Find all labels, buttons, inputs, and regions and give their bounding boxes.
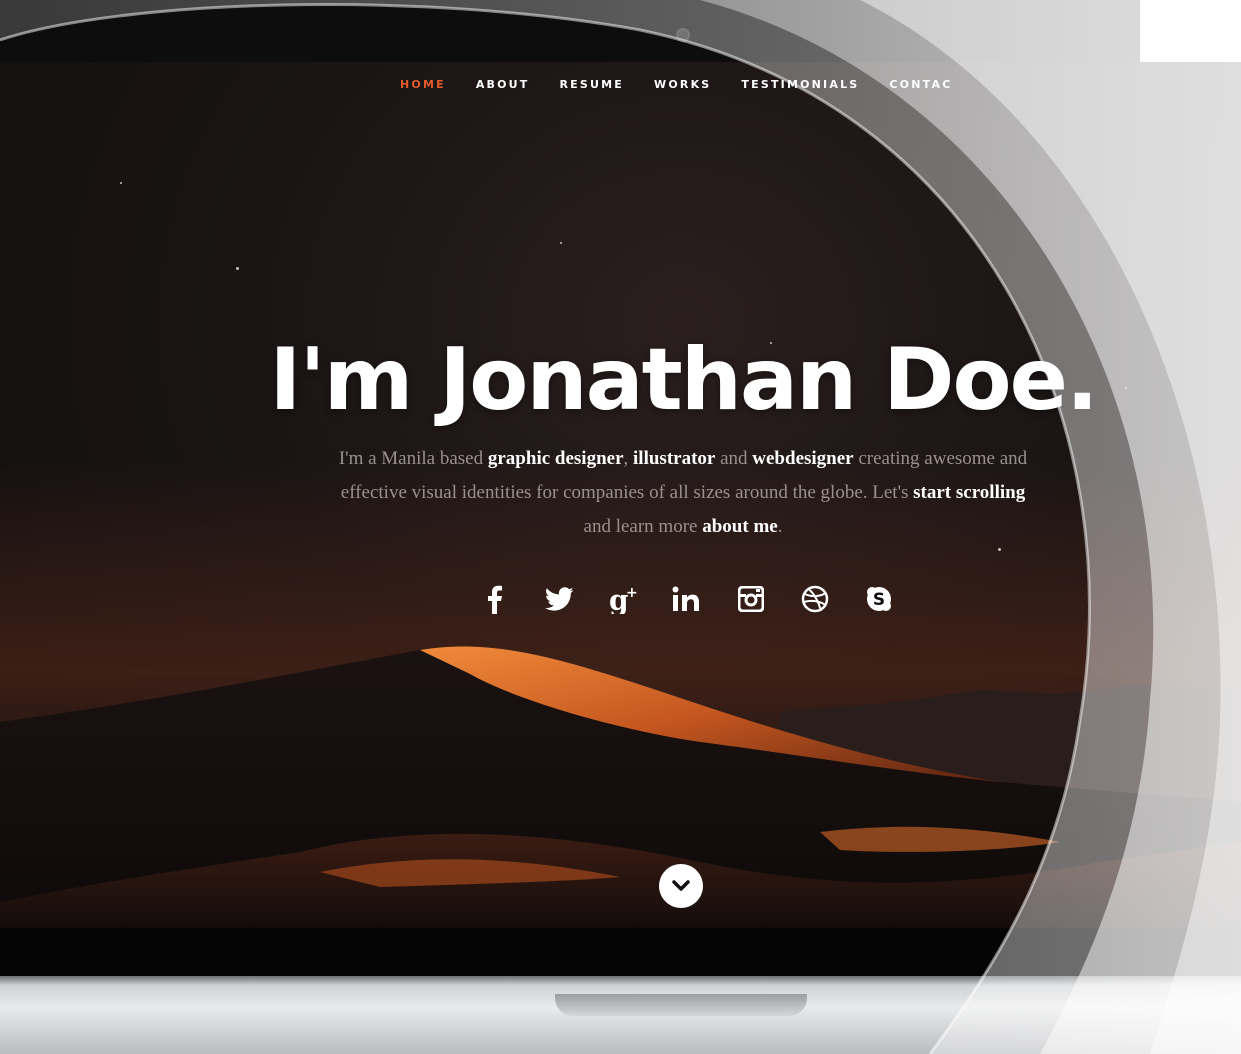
nav-link-works[interactable]: WORKS xyxy=(654,78,711,91)
about-me-link[interactable]: about me xyxy=(702,516,777,537)
camera-icon xyxy=(676,28,690,42)
laptop-notch xyxy=(555,994,807,1016)
scroll-down-button[interactable] xyxy=(659,864,703,908)
facebook-icon[interactable] xyxy=(478,582,512,616)
website-screen: HOME ABOUT RESUME WORKS TESTIMONIALS CON… xyxy=(0,62,1241,928)
hero-title: I'm Jonathan Doe. xyxy=(269,330,1098,430)
google-plus-icon[interactable]: g + xyxy=(606,582,640,616)
intro-highlight: graphic designer xyxy=(487,448,624,469)
svg-text:+: + xyxy=(626,585,638,601)
chevron-down-icon xyxy=(672,880,690,891)
nav-link-testimonials[interactable]: TESTIMONIALS xyxy=(741,78,859,91)
nav-link-contact[interactable]: CONTAC xyxy=(889,78,952,91)
intro-text: and xyxy=(715,448,753,469)
intro-highlight: webdesigner xyxy=(752,448,854,469)
intro-text: . xyxy=(777,516,783,537)
laptop-mockup: HOME ABOUT RESUME WORKS TESTIMONIALS CON… xyxy=(0,0,1241,1054)
social-links: g + S xyxy=(478,582,896,616)
start-scrolling-link[interactable]: start scrolling xyxy=(913,482,1025,503)
nav-link-home[interactable]: HOME xyxy=(400,78,446,91)
nav-link-about[interactable]: ABOUT xyxy=(476,78,530,91)
intro-text: and learn more xyxy=(583,516,703,537)
dribbble-icon[interactable] xyxy=(798,582,832,616)
svg-text:S: S xyxy=(873,590,885,610)
main-nav: HOME ABOUT RESUME WORKS TESTIMONIALS CON… xyxy=(400,78,952,91)
intro-text: , xyxy=(623,448,634,469)
laptop-hinge xyxy=(0,928,1241,976)
intro-text: I'm a Manila based xyxy=(338,448,488,469)
twitter-icon[interactable] xyxy=(542,582,576,616)
intro-highlight: illustrator xyxy=(633,448,716,469)
nav-link-resume[interactable]: RESUME xyxy=(560,78,625,91)
instagram-icon[interactable] xyxy=(734,582,768,616)
hero-intro: I'm a Manila based graphic designer, ill… xyxy=(335,442,1031,544)
skype-icon[interactable]: S xyxy=(862,582,896,616)
linkedin-icon[interactable] xyxy=(670,582,704,616)
